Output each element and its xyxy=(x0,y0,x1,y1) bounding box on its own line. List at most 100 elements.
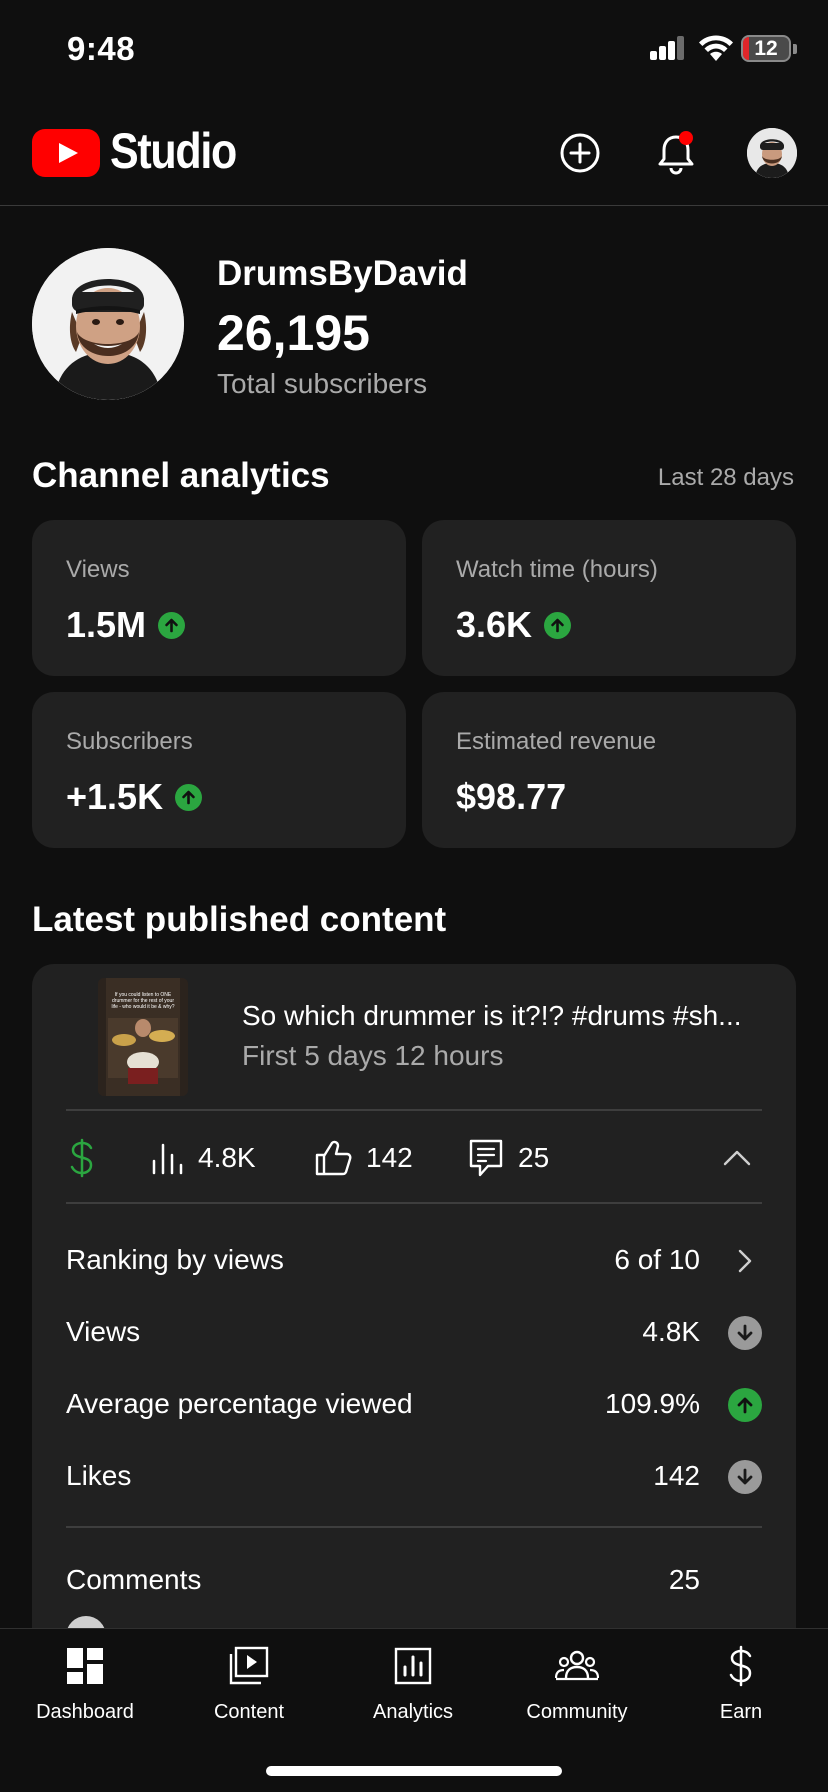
comments-stat[interactable]: 25 xyxy=(468,1110,549,1206)
metric-value: 25 xyxy=(668,1564,700,1595)
video-age: First 5 days 12 hours xyxy=(242,1040,504,1071)
trend-up-icon xyxy=(544,611,572,639)
account-avatar-icon xyxy=(747,128,797,178)
views-card[interactable]: Views 1.5M xyxy=(32,520,406,676)
battery-nub xyxy=(793,44,797,54)
account-avatar[interactable] xyxy=(747,128,797,178)
card-value: 3.6K xyxy=(456,604,572,646)
views-stat-value: 4.8K xyxy=(198,1142,256,1173)
metric-average-percentage: Average percentage viewed 109.9% xyxy=(66,1384,762,1424)
nav-label: Analytics xyxy=(372,1701,454,1723)
views-bars-icon xyxy=(152,1143,183,1175)
app-header: Studio xyxy=(0,100,828,206)
status-time: 9:48 xyxy=(67,30,136,67)
nav-analytics[interactable]: Analytics xyxy=(333,1629,493,1739)
analytics-title: Channel analytics xyxy=(32,456,330,495)
metric-value: 142 xyxy=(653,1460,700,1491)
analytics-icon xyxy=(391,1644,435,1688)
quick-stats-row: 4.8K 142 25 xyxy=(32,1110,796,1206)
battery-percent: 12 xyxy=(754,37,778,60)
earn-icon xyxy=(719,1644,763,1688)
metric-likes: Likes 142 xyxy=(66,1456,762,1496)
youtube-studio-screen: 9:48 12 Studio DrumsByDavid 26,195 Total… xyxy=(0,0,828,1792)
card-value: $98.77 xyxy=(456,776,566,818)
latest-content-title: Latest published content xyxy=(32,900,447,939)
channel-name: DrumsByDavid xyxy=(217,254,468,293)
trend-down-icon xyxy=(728,1316,762,1350)
card-value: +1.5K xyxy=(66,776,203,818)
notifications-button[interactable] xyxy=(652,129,700,177)
thumbs-up-icon xyxy=(315,1140,352,1176)
chevron-right-icon xyxy=(728,1244,762,1278)
metric-value: 6 of 10 xyxy=(614,1244,700,1275)
analytics-range: Last 28 days xyxy=(657,464,794,491)
comment-icon xyxy=(469,1139,503,1177)
latest-content-card: If you could listen to ONE drummer for t… xyxy=(32,964,796,1684)
metric-label: Views xyxy=(66,1316,141,1347)
comments-stat-value: 25 xyxy=(518,1142,550,1173)
nav-label: Community xyxy=(526,1701,628,1723)
divider xyxy=(66,1202,762,1204)
watch-time-card[interactable]: Watch time (hours) 3.6K xyxy=(422,520,796,676)
divider xyxy=(66,1526,762,1528)
nav-label: Earn xyxy=(719,1701,763,1723)
trend-up-icon xyxy=(175,783,203,811)
content-icon xyxy=(227,1644,271,1688)
metric-value: 4.8K xyxy=(642,1316,700,1347)
channel-avatar[interactable] xyxy=(32,248,184,400)
youtube-logo[interactable] xyxy=(32,129,100,177)
video-thumbnail[interactable]: If you could listen to ONE drummer for t… xyxy=(98,978,188,1096)
channel-avatar-image xyxy=(32,248,184,400)
battery-icon: 12 xyxy=(741,35,791,62)
nav-label: Content xyxy=(213,1701,285,1723)
nav-earn[interactable]: Earn xyxy=(661,1629,821,1739)
subscriber-label: Total subscribers xyxy=(217,368,428,399)
nav-community[interactable]: Community xyxy=(497,1629,657,1739)
cellular-signal-icon xyxy=(650,36,686,60)
dollar-icon xyxy=(70,1138,93,1178)
metric-ranking[interactable]: Ranking by views 6 of 10 xyxy=(66,1240,762,1280)
metric-comments[interactable]: Comments 25 xyxy=(66,1560,762,1600)
trend-up-icon xyxy=(158,611,186,639)
notifications-icon xyxy=(658,131,694,175)
subscriber-count: 26,195 xyxy=(217,305,370,361)
card-value: 1.5M xyxy=(66,604,186,646)
card-number: $98.77 xyxy=(456,776,567,817)
views-stat[interactable]: 4.8K xyxy=(150,1110,256,1206)
chevron-up-icon xyxy=(723,1150,751,1166)
brand-name: Studio xyxy=(110,123,237,179)
nav-dashboard[interactable]: Dashboard xyxy=(5,1629,165,1739)
home-indicator[interactable] xyxy=(266,1766,562,1776)
card-label: Views xyxy=(66,556,130,583)
likes-stat[interactable]: 142 xyxy=(314,1110,413,1206)
metric-label: Ranking by views xyxy=(66,1244,284,1275)
subscribers-card[interactable]: Subscribers +1.5K xyxy=(32,692,406,848)
thumbnail-caption: If you could listen to ONE drummer for t… xyxy=(111,992,175,1010)
trend-up-icon xyxy=(728,1388,762,1422)
video-title[interactable]: So which drummer is it?!? #drums #sh... xyxy=(242,1000,742,1032)
wifi-icon xyxy=(699,35,733,61)
nav-content[interactable]: Content xyxy=(169,1629,329,1739)
trend-down-icon xyxy=(728,1460,762,1494)
revenue-card[interactable]: Estimated revenue $98.77 xyxy=(422,692,796,848)
collapse-button[interactable] xyxy=(722,1110,752,1206)
card-label: Watch time (hours) xyxy=(456,556,658,583)
status-bar: 9:48 12 xyxy=(0,0,828,100)
card-number: 1.5M xyxy=(66,604,147,645)
metric-label: Comments xyxy=(66,1564,202,1595)
likes-stat-value: 142 xyxy=(366,1142,413,1173)
metric-value: 109.9% xyxy=(605,1388,700,1419)
card-label: Estimated revenue xyxy=(456,728,657,755)
nav-label: Dashboard xyxy=(36,1701,134,1723)
community-icon xyxy=(555,1644,599,1688)
card-number: +1.5K xyxy=(66,776,164,817)
card-number: 3.6K xyxy=(456,604,533,645)
dashboard-icon xyxy=(63,1644,107,1688)
card-label: Subscribers xyxy=(66,728,193,755)
monetization-status[interactable] xyxy=(68,1110,96,1206)
metric-views: Views 4.8K xyxy=(66,1312,762,1352)
create-icon xyxy=(560,133,600,173)
metric-label: Average percentage viewed xyxy=(66,1388,413,1419)
create-button[interactable] xyxy=(556,129,604,177)
metric-label: Likes xyxy=(66,1460,132,1491)
